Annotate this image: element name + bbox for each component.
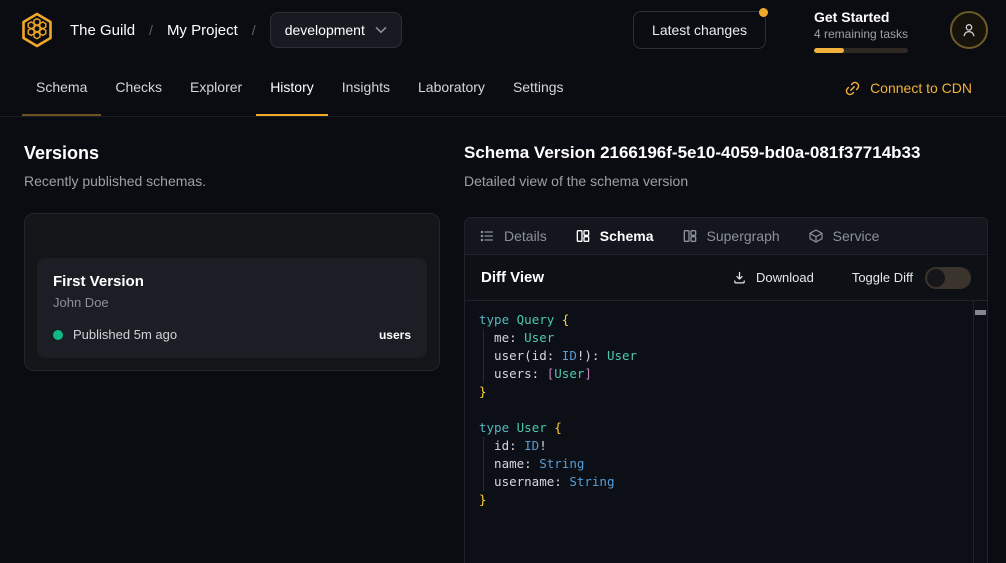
code-line: id: ID! bbox=[479, 437, 959, 455]
download-button[interactable]: Download bbox=[732, 270, 814, 285]
schema-version-title: Schema Version 2166196f-5e10-4059-bd0a-0… bbox=[464, 141, 988, 165]
link-icon bbox=[844, 80, 861, 97]
diff-view-header: Diff View Download Toggle Diff bbox=[465, 254, 987, 300]
get-started-subtitle: 4 remaining tasks bbox=[814, 27, 910, 42]
version-author: John Doe bbox=[53, 294, 411, 311]
code-line: me: User bbox=[479, 329, 959, 347]
detail-tab-supergraph[interactable]: Supergraph bbox=[682, 228, 780, 244]
nav-right: Connect to CDN bbox=[578, 60, 988, 116]
published-status-dot bbox=[53, 330, 63, 340]
versions-title: Versions bbox=[24, 141, 440, 165]
environment-select[interactable]: development bbox=[270, 12, 402, 48]
guild-honeycomb-logo-icon[interactable] bbox=[18, 11, 56, 49]
get-started-title: Get Started bbox=[814, 8, 910, 26]
detail-tab-label: Schema bbox=[600, 228, 654, 244]
person-icon bbox=[960, 21, 978, 39]
code-line: name: String bbox=[479, 455, 959, 473]
code-line: users: [User] bbox=[479, 365, 959, 383]
progress-fill bbox=[814, 48, 844, 53]
nav-tab-checks[interactable]: Checks bbox=[101, 60, 176, 116]
version-list-item[interactable]: First Version John Doe Published 5m ago … bbox=[37, 258, 427, 358]
code-line bbox=[479, 401, 959, 419]
detail-tab-schema[interactable]: Schema bbox=[575, 228, 654, 244]
code-line: user(id: ID!): User bbox=[479, 347, 959, 365]
code-line: } bbox=[479, 491, 959, 509]
breadcrumb-separator: / bbox=[149, 22, 153, 38]
detail-tab-details[interactable]: Details bbox=[479, 228, 547, 244]
latest-changes-label: Latest changes bbox=[652, 22, 747, 38]
nav-tab-insights[interactable]: Insights bbox=[328, 60, 404, 116]
versions-list-card: First Version John Doe Published 5m ago … bbox=[24, 213, 440, 371]
schema-detail-panel: Details Schema Sup bbox=[464, 217, 988, 563]
toggle-diff-knob bbox=[927, 269, 945, 287]
environment-select-value: development bbox=[285, 22, 365, 38]
version-status-text: Published 5m ago bbox=[73, 327, 177, 342]
columns-icon bbox=[575, 228, 591, 244]
version-service-name: users bbox=[379, 328, 411, 342]
list-icon bbox=[479, 228, 495, 244]
chevron-down-icon bbox=[375, 26, 387, 34]
nav-tab-settings[interactable]: Settings bbox=[499, 60, 578, 116]
toggle-diff-switch[interactable] bbox=[925, 267, 971, 289]
primary-nav: Schema Checks Explorer History Insights … bbox=[0, 60, 1006, 117]
nav-tab-explorer[interactable]: Explorer bbox=[176, 60, 256, 116]
connect-to-cdn-link[interactable]: Connect to CDN bbox=[844, 80, 988, 97]
code-line: username: String bbox=[479, 473, 959, 491]
code-line: type User { bbox=[479, 419, 959, 437]
schema-code-viewer: type Query { me: User user(id: ID!): Use… bbox=[465, 300, 987, 563]
detail-tab-label: Service bbox=[833, 228, 880, 244]
diff-view-title: Diff View bbox=[481, 269, 544, 286]
breadcrumb-org[interactable]: The Guild bbox=[70, 22, 135, 39]
cube-icon bbox=[808, 228, 824, 244]
versions-subtitle: Recently published schemas. bbox=[24, 171, 440, 191]
version-status-row: Published 5m ago users bbox=[53, 327, 411, 342]
versions-section: Versions Recently published schemas. Fir… bbox=[0, 117, 464, 563]
nav-tab-schema[interactable]: Schema bbox=[22, 60, 101, 116]
nav-tab-history[interactable]: History bbox=[256, 60, 328, 116]
user-avatar-button[interactable] bbox=[950, 11, 988, 49]
breadcrumb-separator: / bbox=[252, 22, 256, 38]
detail-tab-service[interactable]: Service bbox=[808, 228, 880, 244]
nav-tab-laboratory[interactable]: Laboratory bbox=[404, 60, 499, 116]
code-scrollbar-track[interactable] bbox=[973, 301, 987, 563]
main-content: Versions Recently published schemas. Fir… bbox=[0, 117, 1006, 563]
schema-version-section: Schema Version 2166196f-5e10-4059-bd0a-0… bbox=[464, 117, 1006, 563]
code-block[interactable]: type Query { me: User user(id: ID!): Use… bbox=[465, 301, 987, 519]
top-bar: The Guild / My Project / development Lat… bbox=[0, 0, 1006, 60]
get-started-widget[interactable]: Get Started 4 remaining tasks bbox=[814, 8, 910, 53]
detail-tabs: Details Schema Sup bbox=[465, 218, 987, 254]
schema-version-subtitle: Detailed view of the schema version bbox=[464, 171, 988, 191]
code-line: } bbox=[479, 383, 959, 401]
detail-tab-label: Supergraph bbox=[707, 228, 780, 244]
code-line: type Query { bbox=[479, 311, 959, 329]
get-started-progress-track bbox=[814, 48, 908, 53]
latest-changes-button[interactable]: Latest changes bbox=[633, 11, 766, 49]
notification-dot bbox=[759, 8, 768, 17]
toggle-diff-label: Toggle Diff bbox=[852, 270, 913, 285]
version-name: First Version bbox=[53, 272, 411, 292]
download-icon bbox=[732, 270, 747, 285]
breadcrumb-project[interactable]: My Project bbox=[167, 22, 238, 39]
connect-to-cdn-label: Connect to CDN bbox=[870, 80, 972, 96]
download-label: Download bbox=[756, 270, 814, 285]
code-scrollbar-thumb[interactable] bbox=[975, 310, 986, 315]
detail-tab-label: Details bbox=[504, 228, 547, 244]
columns-icon bbox=[682, 228, 698, 244]
